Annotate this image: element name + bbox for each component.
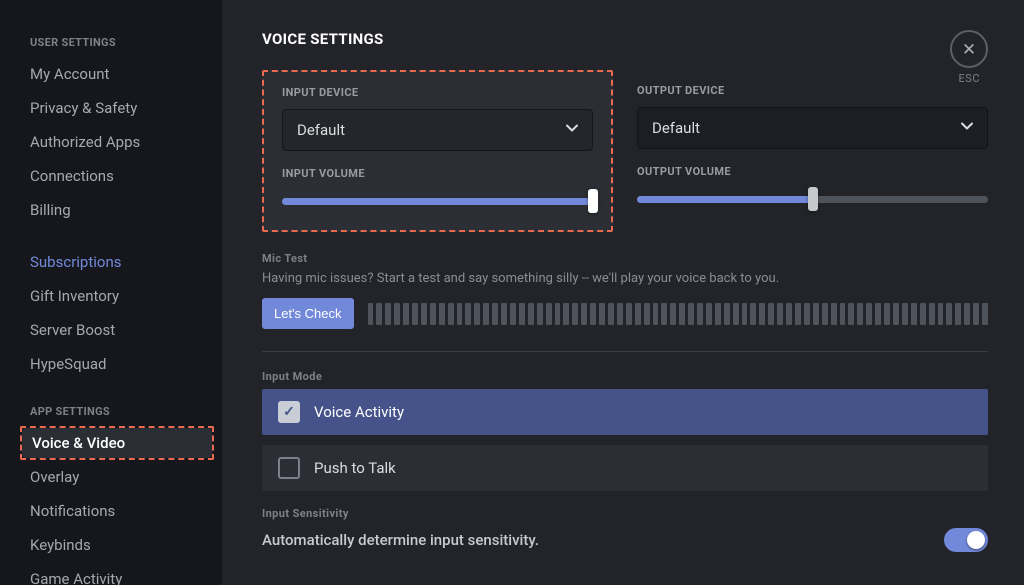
checkbox-checked-icon: ✓ — [278, 401, 300, 423]
output-volume-slider[interactable] — [637, 188, 988, 210]
slider-thumb[interactable] — [808, 187, 818, 211]
sidebar-item-authorized-apps[interactable]: Authorized Apps — [20, 125, 214, 159]
mic-test-help: Having mic issues? Start a test and say … — [262, 271, 988, 286]
esc-label: ESC — [959, 72, 980, 85]
sidebar-item-billing[interactable]: Billing — [20, 193, 214, 227]
sidebar-item-hypesquad[interactable]: HypeSquad — [20, 347, 214, 381]
close-button[interactable]: ✕ — [950, 30, 988, 68]
page-title: VOICE SETTINGS — [262, 30, 988, 48]
input-mode-voice-activity[interactable]: ✓ Voice Activity — [262, 389, 988, 435]
output-device-label: Output Device — [637, 84, 988, 97]
auto-sensitivity-toggle[interactable] — [944, 528, 988, 552]
input-device-value: Default — [297, 121, 345, 139]
chevron-down-icon — [961, 120, 973, 136]
settings-content: ✕ ESC VOICE SETTINGS Input Device Defaul… — [222, 0, 1024, 585]
push-to-talk-label: Push to Talk — [314, 459, 396, 477]
output-device-value: Default — [652, 119, 700, 137]
sidebar-item-gift-inventory[interactable]: Gift Inventory — [20, 279, 214, 313]
auto-sensitivity-text: Automatically determine input sensitivit… — [262, 531, 539, 549]
lets-check-button[interactable]: Let's Check — [262, 298, 354, 329]
chevron-down-icon — [566, 122, 578, 138]
slider-thumb[interactable] — [588, 189, 598, 213]
sidebar-item-game-activity[interactable]: Game Activity — [20, 562, 214, 585]
output-device-select[interactable]: Default — [637, 107, 988, 149]
checkbox-unchecked-icon — [278, 457, 300, 479]
input-sensitivity-label: Input Sensitivity — [262, 507, 988, 520]
annotation-highlight-input-device: Input Device Default Input Volume — [262, 70, 613, 232]
input-volume-slider[interactable] — [282, 190, 593, 212]
sidebar-item-privacy-safety[interactable]: Privacy & Safety — [20, 91, 214, 125]
voice-activity-label: Voice Activity — [314, 403, 404, 421]
sidebar-item-server-boost[interactable]: Server Boost — [20, 313, 214, 347]
sidebar-item-notifications[interactable]: Notifications — [20, 494, 214, 528]
annotation-highlight-sidebar: Voice & Video — [20, 426, 214, 460]
sidebar-item-voice-video[interactable]: Voice & Video — [22, 428, 212, 458]
input-mode-label: Input Mode — [262, 370, 988, 383]
input-mode-push-to-talk[interactable]: Push to Talk — [262, 445, 988, 491]
input-device-select[interactable]: Default — [282, 109, 593, 151]
user-settings-header: User Settings — [30, 36, 214, 49]
output-volume-label: Output Volume — [637, 165, 988, 178]
mic-test-label: Mic Test — [262, 252, 988, 265]
sidebar-item-my-account[interactable]: My Account — [20, 57, 214, 91]
close-icon: ✕ — [962, 41, 976, 58]
app-settings-header: App Settings — [30, 405, 214, 418]
settings-sidebar: User Settings My Account Privacy & Safet… — [0, 0, 222, 585]
sidebar-item-keybinds[interactable]: Keybinds — [20, 528, 214, 562]
sidebar-item-subscriptions[interactable]: Subscriptions — [20, 245, 214, 279]
input-device-label: Input Device — [282, 86, 593, 99]
mic-level-meter — [368, 303, 988, 325]
input-volume-label: Input Volume — [282, 167, 593, 180]
sidebar-item-connections[interactable]: Connections — [20, 159, 214, 193]
toggle-knob — [967, 531, 985, 549]
divider — [262, 351, 988, 352]
sidebar-item-overlay[interactable]: Overlay — [20, 460, 214, 494]
